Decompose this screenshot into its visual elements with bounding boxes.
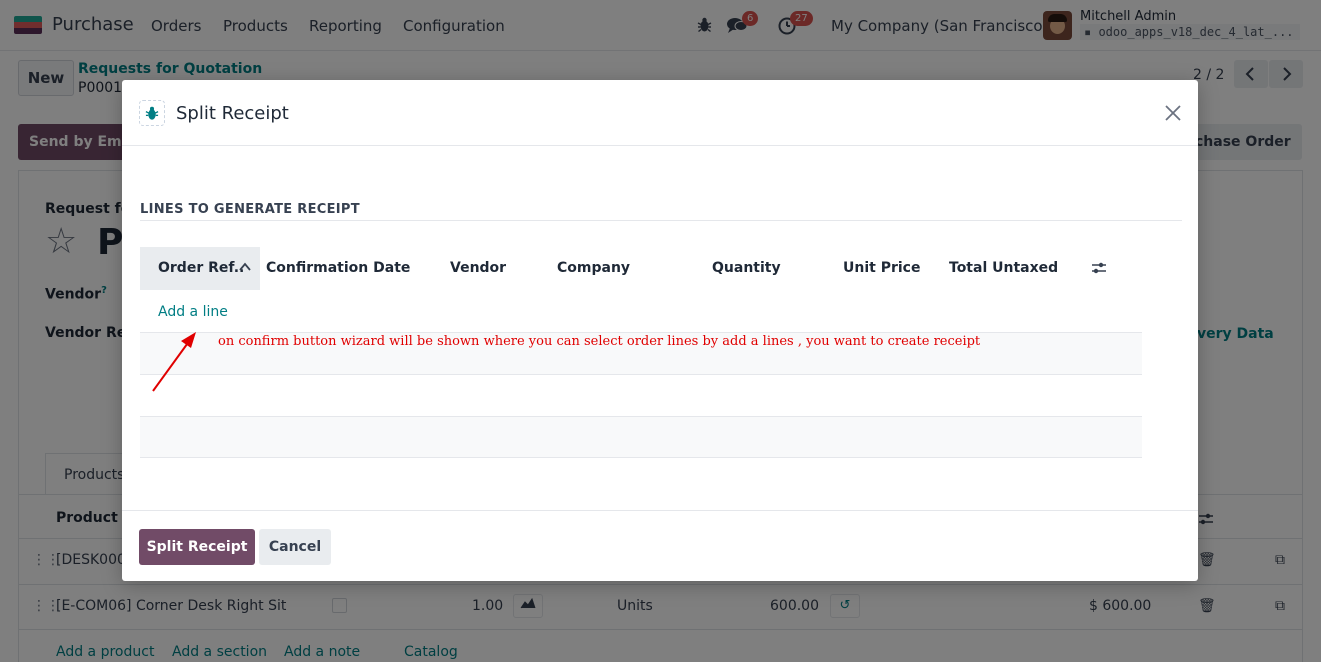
column-quantity[interactable]: Quantity <box>712 247 781 290</box>
dialog-header: Split Receipt <box>122 80 1198 146</box>
section-divider <box>140 220 1182 221</box>
table-row-divider <box>140 374 1142 375</box>
table-row-divider <box>140 457 1142 458</box>
section-title: LINES TO GENERATE RECEIPT <box>140 202 360 217</box>
column-confirmation-date[interactable]: Confirmation Date <box>266 247 410 290</box>
dialog-title: Split Receipt <box>176 103 289 124</box>
debug-bug-icon[interactable] <box>139 100 165 126</box>
annotation-note: on confirm button wizard will be shown w… <box>218 334 981 349</box>
split-receipt-button[interactable]: Split Receipt <box>139 529 255 565</box>
split-receipt-dialog: Split Receipt LINES TO GENERATE RECEIPT … <box>122 80 1198 581</box>
column-order-ref-label: Order Ref.. <box>158 260 245 276</box>
lines-table-header: Order Ref.. Confirmation Date Vendor Com… <box>140 247 1142 290</box>
column-company[interactable]: Company <box>557 247 630 290</box>
close-icon[interactable] <box>1160 100 1186 126</box>
optional-columns-icon[interactable] <box>1090 260 1108 276</box>
column-order-ref[interactable]: Order Ref.. <box>140 247 260 290</box>
sort-ascending-icon <box>239 262 251 271</box>
dialog-footer: Split Receipt Cancel <box>122 510 1198 581</box>
annotation-arrow-icon <box>152 332 196 392</box>
cancel-button[interactable]: Cancel <box>259 529 331 565</box>
add-a-line-link[interactable]: Add a line <box>158 304 228 320</box>
column-unit-price[interactable]: Unit Price <box>843 247 920 290</box>
column-total-untaxed[interactable]: Total Untaxed <box>949 247 1058 290</box>
empty-table-row <box>140 417 1142 457</box>
column-vendor[interactable]: Vendor <box>450 247 506 290</box>
